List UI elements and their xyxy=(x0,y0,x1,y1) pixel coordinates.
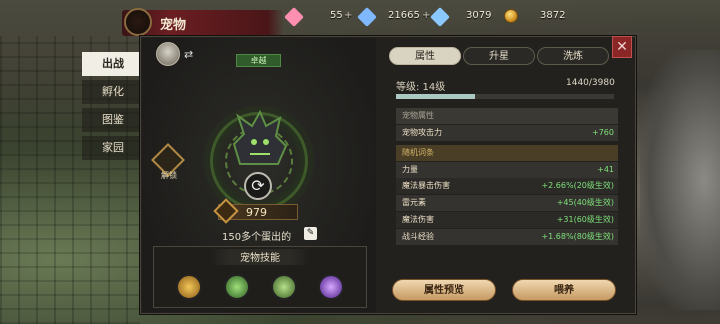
side-tab-codex[interactable]: 图鉴 xyxy=(82,108,144,132)
attr-value: +31(60级生效) xyxy=(556,215,614,224)
pet-header-icon xyxy=(124,8,152,36)
feed-button[interactable]: 喂养 xyxy=(512,279,616,301)
level-exp: 1440/3980 xyxy=(566,78,615,88)
attr-row: 战斗经验 +1.68%(80级生效) xyxy=(396,229,618,245)
leaf-skill-icon[interactable] xyxy=(271,274,297,300)
attr-value: +45(40级生效) xyxy=(556,198,614,207)
background-scene-right xyxy=(640,50,720,310)
side-tab-hatch[interactable]: 孵化 xyxy=(82,80,144,104)
attr-row: 魔法伤害 +31(60级生效) xyxy=(396,212,618,228)
side-tab-battle[interactable]: 出战 xyxy=(82,52,144,76)
unlock-label: 解锁 xyxy=(161,171,177,180)
purple-vortex-skill-icon[interactable] xyxy=(318,274,344,300)
attr-value: +2.66%(20级生效) xyxy=(541,181,614,190)
attr-name: 力量 xyxy=(402,165,418,174)
top-resource-bar: 宠物 55 + 21665 + 3079 3872 xyxy=(0,0,720,36)
tab-attributes[interactable]: 属性 xyxy=(389,47,461,65)
gold-shield-skill-icon[interactable] xyxy=(176,274,202,300)
pink-crystal-icon xyxy=(284,7,304,27)
attr-name: 宠物攻击力 xyxy=(402,128,442,137)
attr-name: 战斗经验 xyxy=(402,232,434,241)
attr-value: +41 xyxy=(597,165,614,174)
close-button[interactable]: ✕ xyxy=(612,36,632,58)
resource-diamond-value: 3079 xyxy=(466,10,492,21)
edit-name-button[interactable]: ✎ xyxy=(304,227,317,240)
attribute-preview-button[interactable]: 属性预览 xyxy=(392,279,496,301)
resource-pink-value: 55 xyxy=(330,10,343,21)
attr-row-main: 宠物攻击力 +760 xyxy=(396,125,618,141)
rarity-badge: 卓越 xyxy=(236,54,281,67)
level-progress-bar xyxy=(396,94,614,99)
resource-gold-value: 3872 xyxy=(540,10,566,21)
attr-row: 魔法暴击伤害 +2.66%(20级生效) xyxy=(396,178,618,194)
add-pink-button[interactable]: + xyxy=(344,10,352,21)
attr-name: 魔法暴击伤害 xyxy=(402,181,450,190)
attr-value: +1.68%(80级生效) xyxy=(541,232,614,241)
side-tab-home[interactable]: 家园 xyxy=(82,136,144,160)
random-attr-header: 随机词条 xyxy=(396,145,618,161)
attr-name: 雷元素 xyxy=(402,198,426,207)
attr-row: 雷元素 +45(40级生效) xyxy=(396,195,618,211)
attr-value: +760 xyxy=(592,128,614,137)
tab-refine[interactable]: 洗炼 xyxy=(537,47,609,65)
resource-blue-value: 21665 xyxy=(388,10,420,21)
diamond-icon xyxy=(430,7,450,27)
level-progress-fill xyxy=(396,94,475,99)
attr-header: 宠物属性 xyxy=(396,108,618,124)
green-claw-skill-icon[interactable] xyxy=(224,274,250,300)
refresh-pet-button[interactable]: ⟳ xyxy=(244,172,272,200)
page-title: 宠物 xyxy=(160,18,187,33)
tab-star-up[interactable]: 升星 xyxy=(463,47,535,65)
pet-dragon-image xyxy=(232,109,288,165)
attr-name: 魔法伤害 xyxy=(402,215,434,224)
pet-skills-title: 宠物技能 xyxy=(210,249,310,265)
attr-row: 力量 +41 xyxy=(396,162,618,178)
gold-coin-icon xyxy=(504,9,518,23)
egg-source-text: 150多个蛋出的 xyxy=(222,232,292,243)
power-value: 979 xyxy=(246,206,267,219)
pet-avatar[interactable] xyxy=(156,42,180,66)
blue-crystal-icon xyxy=(357,7,377,27)
level-label: 等级: 14级 xyxy=(396,82,446,93)
add-blue-button[interactable]: + xyxy=(422,10,430,21)
swap-pet-icon[interactable]: ⇄ xyxy=(184,48,193,61)
